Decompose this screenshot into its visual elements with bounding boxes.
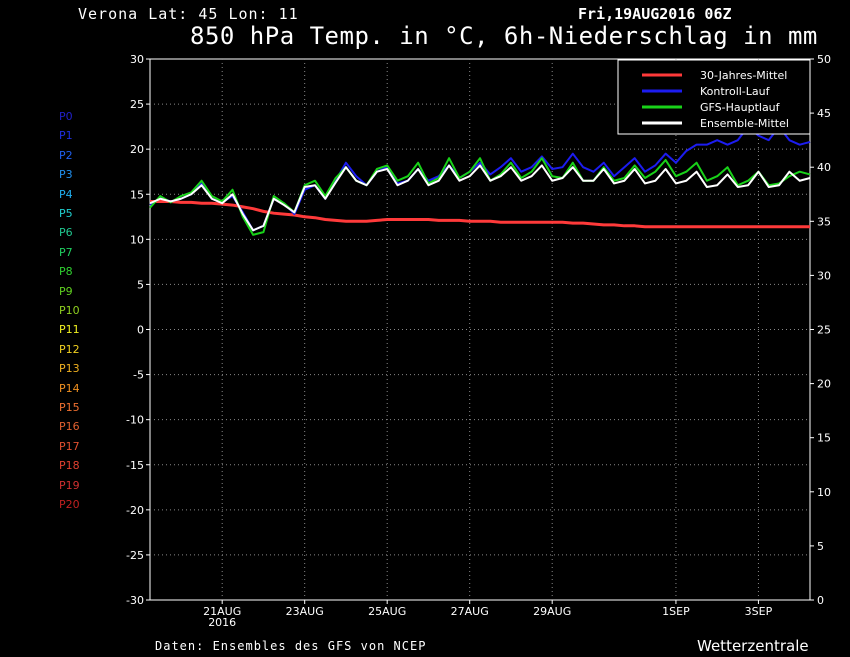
x-tick-label: 3SEP — [745, 605, 773, 618]
data-source-note: Daten: Ensembles des GFS von NCEP — [155, 639, 427, 653]
y-left-tick-label: -15 — [126, 459, 144, 472]
y-left-tick-label: -10 — [126, 414, 144, 427]
brand-label: Wetterzentrale — [697, 637, 809, 655]
y-left-tick-label: 0 — [137, 324, 144, 337]
y-left-tick-label: -5 — [133, 369, 144, 382]
x-tick-label: 1SEP — [662, 605, 690, 618]
y-right-tick-label: 30 — [817, 269, 831, 282]
legend-label: 30-Jahres-Mittel — [700, 69, 787, 82]
y-right-tick-label: 50 — [817, 53, 831, 66]
y-left-tick-label: 25 — [130, 98, 144, 111]
y-left-tick-label: -20 — [126, 504, 144, 517]
legend-label: GFS-Hauptlauf — [700, 101, 781, 114]
y-right-tick-label: 40 — [817, 161, 831, 174]
y-left-tick-label: 30 — [130, 53, 144, 66]
y-right-tick-label: 25 — [817, 324, 831, 337]
y-right-tick-label: 10 — [817, 486, 831, 499]
x-tick-sublabel: 2016 — [208, 616, 236, 629]
x-tick-label: 27AUG — [451, 605, 489, 618]
y-right-tick-label: 45 — [817, 107, 831, 120]
y-right-tick-label: 35 — [817, 215, 831, 228]
legend-label: Ensemble-Mittel — [700, 117, 789, 130]
meteogram-chart: 302520151050-5-10-15-20-25-3050454035302… — [126, 53, 831, 629]
y-left-tick-label: 15 — [130, 188, 144, 201]
legend-label: Kontroll-Lauf — [700, 85, 771, 98]
y-right-tick-label: 20 — [817, 378, 831, 391]
y-right-tick-label: 15 — [817, 432, 831, 445]
y-left-tick-label: 20 — [130, 143, 144, 156]
y-right-tick-label: 0 — [817, 594, 824, 607]
plot-frame — [149, 58, 811, 601]
x-tick-label: 23AUG — [286, 605, 324, 618]
y-left-tick-label: -25 — [126, 549, 144, 562]
x-tick-label: 29AUG — [533, 605, 571, 618]
y-left-tick-label: -30 — [126, 594, 144, 607]
y-left-tick-label: 5 — [137, 278, 144, 291]
y-right-tick-label: 5 — [817, 540, 824, 553]
y-left-tick-label: 10 — [130, 233, 144, 246]
x-tick-label: 25AUG — [368, 605, 406, 618]
